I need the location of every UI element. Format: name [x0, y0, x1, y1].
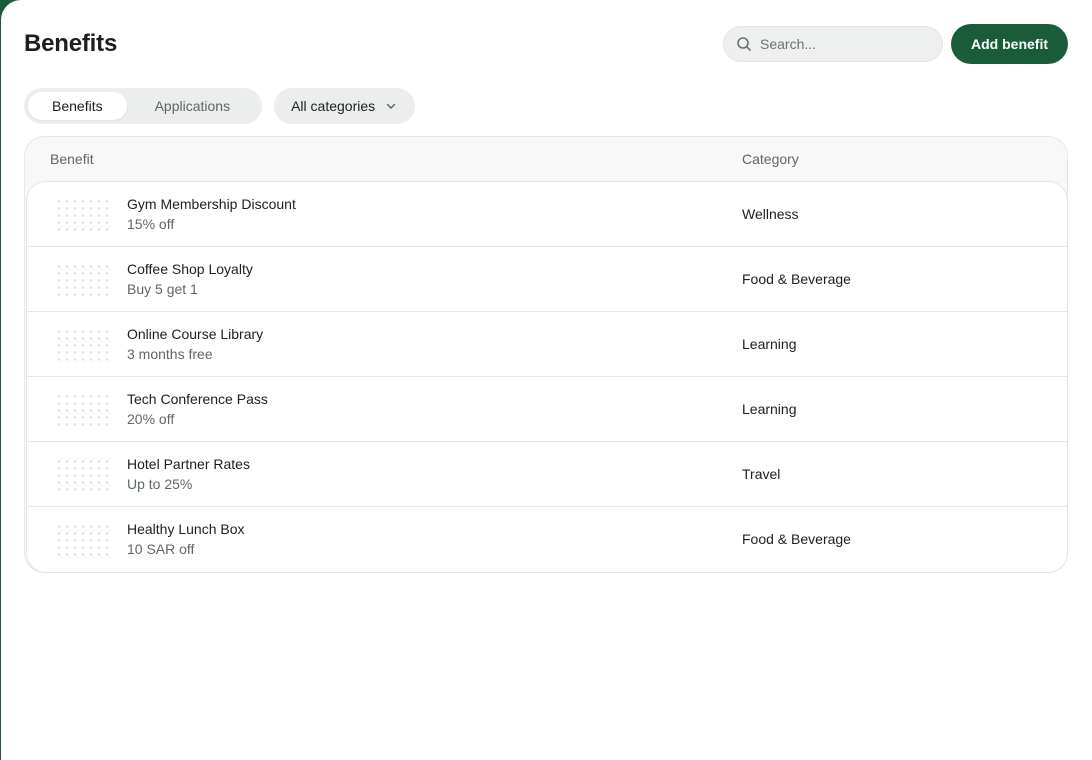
search-input[interactable] — [760, 36, 930, 52]
benefit-detail: 10 SAR off — [127, 541, 195, 557]
tab-benefits[interactable]: Benefits — [28, 92, 127, 120]
view-tabs: Benefits Applications — [24, 88, 263, 124]
benefit-name: Healthy Lunch Box — [127, 521, 245, 537]
benefit-thumbnail — [54, 457, 112, 491]
benefit-detail: Buy 5 get 1 — [127, 281, 198, 297]
benefit-category: Food & Beverage — [742, 531, 851, 547]
table-header: Benefit Category — [25, 137, 1067, 182]
table-row[interactable]: Online Course Library 3 months free Lear… — [27, 312, 1067, 377]
benefit-name: Tech Conference Pass — [127, 391, 268, 407]
header-actions: Add benefit — [723, 24, 1068, 64]
benefit-thumbnail — [54, 522, 112, 556]
benefit-thumbnail — [54, 392, 112, 426]
benefit-detail: 3 months free — [127, 346, 213, 362]
search-box[interactable] — [723, 26, 943, 62]
search-icon — [737, 37, 751, 51]
benefit-category: Food & Beverage — [742, 271, 851, 287]
benefit-category: Learning — [742, 336, 797, 352]
table-row[interactable]: Tech Conference Pass 20% off Learning — [27, 377, 1067, 442]
table-row[interactable]: Coffee Shop Loyalty Buy 5 get 1 Food & B… — [27, 247, 1067, 312]
add-benefit-button[interactable]: Add benefit — [951, 24, 1068, 64]
benefit-detail: Up to 25% — [127, 476, 193, 492]
table-row[interactable]: Hotel Partner Rates Up to 25% Travel — [27, 442, 1067, 507]
table-body: Gym Membership Discount 15% off Wellness… — [26, 181, 1068, 573]
main-panel: Benefits Add benefit Benefits Applicatio… — [1, 0, 1092, 760]
benefit-category: Wellness — [742, 206, 799, 222]
page-title: Benefits — [24, 30, 118, 57]
chevron-down-icon — [386, 103, 396, 109]
filter-controls: Benefits Applications All categories — [24, 88, 416, 124]
tab-applications[interactable]: Applications — [127, 92, 259, 120]
benefit-thumbnail — [54, 327, 112, 361]
column-header-benefit: Benefit — [50, 151, 94, 167]
benefits-table: Benefit Category Gym Membership Discount… — [24, 136, 1068, 573]
category-filter-value: All categories — [291, 98, 376, 114]
benefit-category: Travel — [742, 466, 781, 482]
category-filter-dropdown[interactable]: All categories — [274, 88, 416, 124]
benefit-thumbnail — [54, 262, 112, 296]
page-header: Benefits Add benefit — [24, 24, 1068, 64]
benefit-detail: 15% off — [127, 216, 175, 232]
benefit-name: Online Course Library — [127, 326, 264, 342]
benefit-name: Hotel Partner Rates — [127, 456, 250, 472]
benefit-detail: 20% off — [127, 411, 175, 427]
benefit-thumbnail — [54, 197, 112, 231]
benefit-name: Gym Membership Discount — [127, 196, 296, 212]
benefit-name: Coffee Shop Loyalty — [127, 261, 253, 277]
table-row[interactable]: Gym Membership Discount 15% off Wellness — [27, 182, 1067, 247]
table-row[interactable]: Healthy Lunch Box 10 SAR off Food & Beve… — [27, 507, 1067, 572]
benefit-category: Learning — [742, 401, 797, 417]
column-header-category: Category — [742, 151, 799, 167]
